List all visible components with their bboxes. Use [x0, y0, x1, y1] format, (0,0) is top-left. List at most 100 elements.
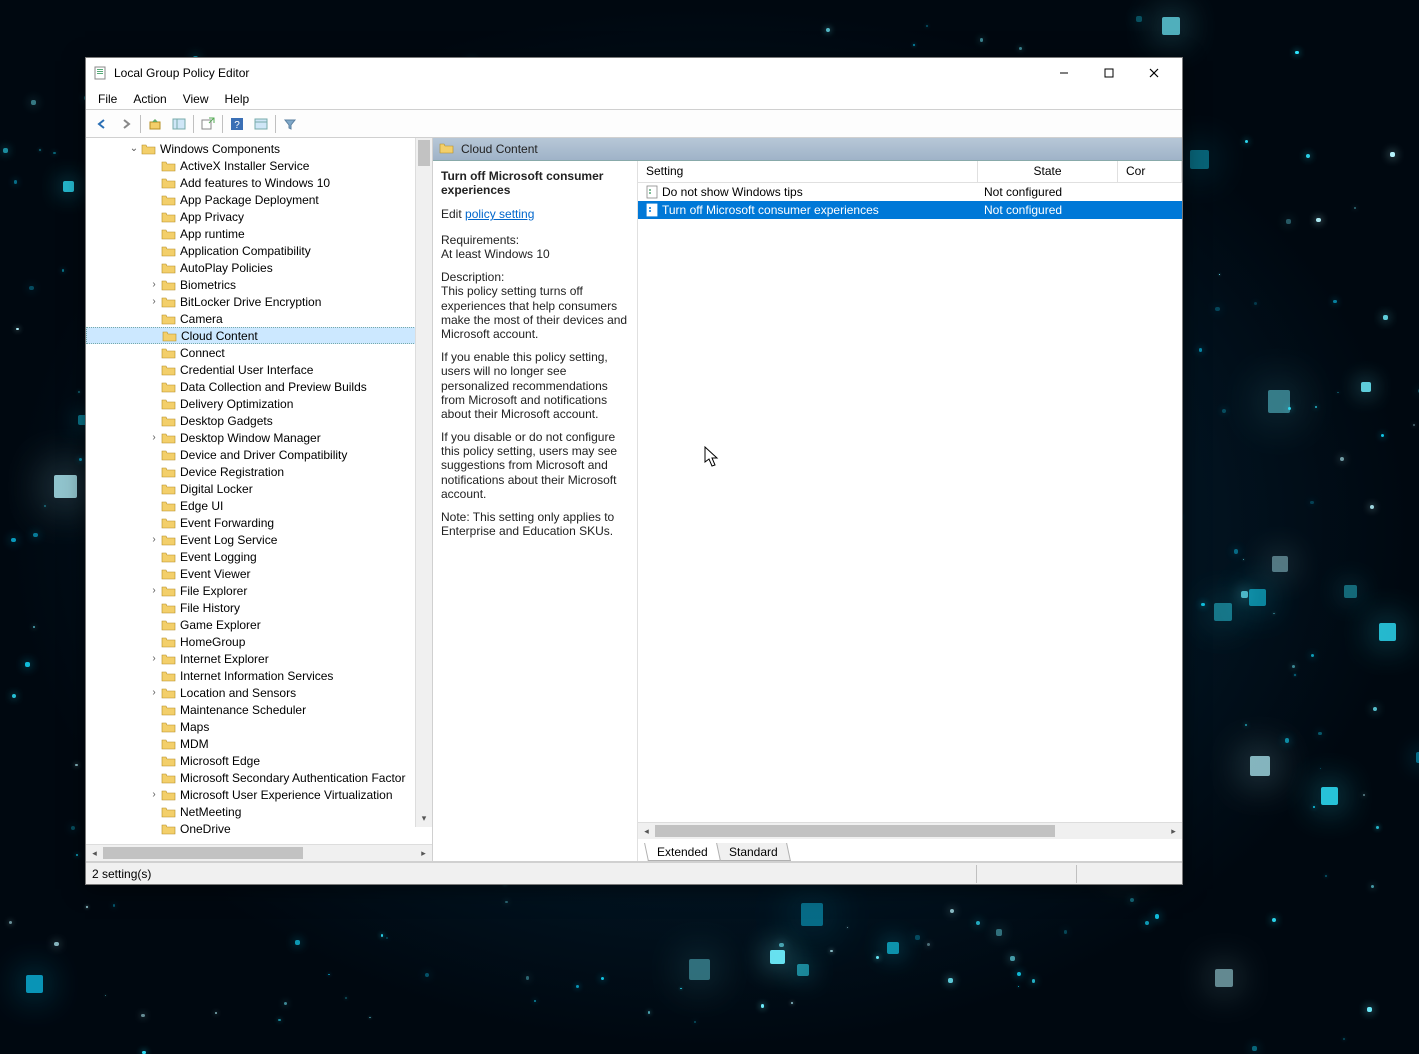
- scroll-thumb[interactable]: [418, 140, 430, 166]
- tree-item[interactable]: OneDrive: [86, 820, 432, 837]
- tree-item[interactable]: App Privacy: [86, 208, 432, 225]
- tree-item[interactable]: Application Compatibility: [86, 242, 432, 259]
- scroll-thumb[interactable]: [103, 847, 303, 859]
- scroll-left-arrow[interactable]: ◂: [86, 845, 103, 861]
- list-row-name: Do not show Windows tips: [662, 185, 803, 199]
- settings-list-pane: Setting State Cor Do not show Windows ti…: [638, 161, 1182, 861]
- tree-item[interactable]: Internet Information Services: [86, 667, 432, 684]
- tree-item[interactable]: Camera: [86, 310, 432, 327]
- tree-vertical-scrollbar[interactable]: ▴ ▾: [415, 138, 432, 827]
- tree-item[interactable]: Microsoft Edge: [86, 752, 432, 769]
- tree-item-label: App Package Deployment: [180, 193, 319, 207]
- tree-item[interactable]: Device Registration: [86, 463, 432, 480]
- tree-item[interactable]: Digital Locker: [86, 480, 432, 497]
- list-row[interactable]: Do not show Windows tipsNot configured: [638, 183, 1182, 201]
- titlebar[interactable]: Local Group Policy Editor: [86, 58, 1182, 88]
- scroll-left-arrow[interactable]: ◂: [638, 823, 655, 839]
- description-p1: This policy setting turns off experience…: [441, 284, 627, 341]
- minimize-button[interactable]: [1041, 59, 1086, 87]
- scroll-down-arrow[interactable]: ▾: [416, 810, 432, 827]
- tree-root[interactable]: ⌄ Windows Components: [86, 140, 432, 157]
- tree-item[interactable]: Device and Driver Compatibility: [86, 446, 432, 463]
- expand-icon[interactable]: ›: [148, 687, 160, 698]
- tree-item[interactable]: Event Logging: [86, 548, 432, 565]
- menu-action[interactable]: Action: [125, 90, 174, 108]
- close-button[interactable]: [1131, 59, 1176, 87]
- tree-item[interactable]: NetMeeting: [86, 803, 432, 820]
- tree-item[interactable]: AutoPlay Policies: [86, 259, 432, 276]
- scroll-thumb[interactable]: [655, 825, 1055, 837]
- tree-item[interactable]: App runtime: [86, 225, 432, 242]
- expand-icon[interactable]: ›: [148, 296, 160, 307]
- forward-button[interactable]: [115, 113, 137, 135]
- tree-item[interactable]: Edge UI: [86, 497, 432, 514]
- expand-icon[interactable]: ›: [148, 279, 160, 290]
- tree-item[interactable]: ›Biometrics: [86, 276, 432, 293]
- list-row[interactable]: Turn off Microsoft consumer experiencesN…: [638, 201, 1182, 219]
- tree-item[interactable]: MDM: [86, 735, 432, 752]
- tree-item[interactable]: File History: [86, 599, 432, 616]
- tree-item[interactable]: Cloud Content: [86, 327, 432, 344]
- properties-button[interactable]: [250, 113, 272, 135]
- tree-item-label: Data Collection and Preview Builds: [180, 380, 367, 394]
- expand-icon[interactable]: ›: [148, 653, 160, 664]
- content-header: Cloud Content: [433, 138, 1182, 161]
- tree-item-label: Connect: [180, 346, 225, 360]
- maximize-button[interactable]: [1086, 59, 1131, 87]
- list-horizontal-scrollbar[interactable]: ◂ ▸: [638, 822, 1182, 839]
- tree-horizontal-scrollbar[interactable]: ◂ ▸: [86, 844, 432, 861]
- tree-item[interactable]: Add features to Windows 10: [86, 174, 432, 191]
- show-hide-tree-button[interactable]: [168, 113, 190, 135]
- tree-item[interactable]: Event Viewer: [86, 565, 432, 582]
- description-label: Description:: [441, 270, 504, 284]
- scroll-right-arrow[interactable]: ▸: [1165, 823, 1182, 839]
- menu-view[interactable]: View: [175, 90, 217, 108]
- filter-button[interactable]: [279, 113, 301, 135]
- tree-item[interactable]: Game Explorer: [86, 616, 432, 633]
- column-state[interactable]: State: [978, 161, 1118, 182]
- folder-icon: [161, 669, 177, 683]
- expand-icon[interactable]: ›: [148, 789, 160, 800]
- tree-item[interactable]: Event Forwarding: [86, 514, 432, 531]
- folder-icon: [161, 737, 177, 751]
- tree-item[interactable]: Data Collection and Preview Builds: [86, 378, 432, 395]
- tree-item[interactable]: ActiveX Installer Service: [86, 157, 432, 174]
- tree-item[interactable]: ›Internet Explorer: [86, 650, 432, 667]
- expand-icon[interactable]: ›: [148, 585, 160, 596]
- tree-item[interactable]: Credential User Interface: [86, 361, 432, 378]
- collapse-icon[interactable]: ⌄: [128, 143, 140, 154]
- tree-item[interactable]: Connect: [86, 344, 432, 361]
- scroll-right-arrow[interactable]: ▸: [415, 845, 432, 861]
- back-button[interactable]: [91, 113, 113, 135]
- folder-icon: [161, 159, 177, 173]
- tab-standard[interactable]: Standard: [716, 843, 791, 861]
- tree-item[interactable]: Delivery Optimization: [86, 395, 432, 412]
- tree-item[interactable]: ›File Explorer: [86, 582, 432, 599]
- column-comment[interactable]: Cor: [1118, 161, 1182, 182]
- menu-help[interactable]: Help: [217, 90, 258, 108]
- expand-icon[interactable]: ›: [148, 432, 160, 443]
- tab-extended[interactable]: Extended: [644, 843, 721, 861]
- tree-item[interactable]: Microsoft Secondary Authentication Facto…: [86, 769, 432, 786]
- tree-item[interactable]: ›Desktop Window Manager: [86, 429, 432, 446]
- tree-item[interactable]: ›Event Log Service: [86, 531, 432, 548]
- tree-item[interactable]: ›BitLocker Drive Encryption: [86, 293, 432, 310]
- tree-item[interactable]: Maintenance Scheduler: [86, 701, 432, 718]
- expand-icon[interactable]: ›: [148, 534, 160, 545]
- tree-item[interactable]: ›Location and Sensors: [86, 684, 432, 701]
- up-button[interactable]: [144, 113, 166, 135]
- folder-icon: [161, 346, 177, 360]
- policy-setting-link[interactable]: policy setting: [465, 207, 534, 221]
- tree-item[interactable]: ›Microsoft User Experience Virtualizatio…: [86, 786, 432, 803]
- tree-item-label: Credential User Interface: [180, 363, 313, 377]
- help-button[interactable]: ?: [226, 113, 248, 135]
- column-setting[interactable]: Setting: [638, 161, 978, 182]
- export-button[interactable]: [197, 113, 219, 135]
- tree-item[interactable]: App Package Deployment: [86, 191, 432, 208]
- tree-item-label: App runtime: [180, 227, 245, 241]
- menu-file[interactable]: File: [90, 90, 125, 108]
- tree-item[interactable]: HomeGroup: [86, 633, 432, 650]
- tree-item[interactable]: Desktop Gadgets: [86, 412, 432, 429]
- folder-icon: [161, 431, 177, 445]
- tree-item[interactable]: Maps: [86, 718, 432, 735]
